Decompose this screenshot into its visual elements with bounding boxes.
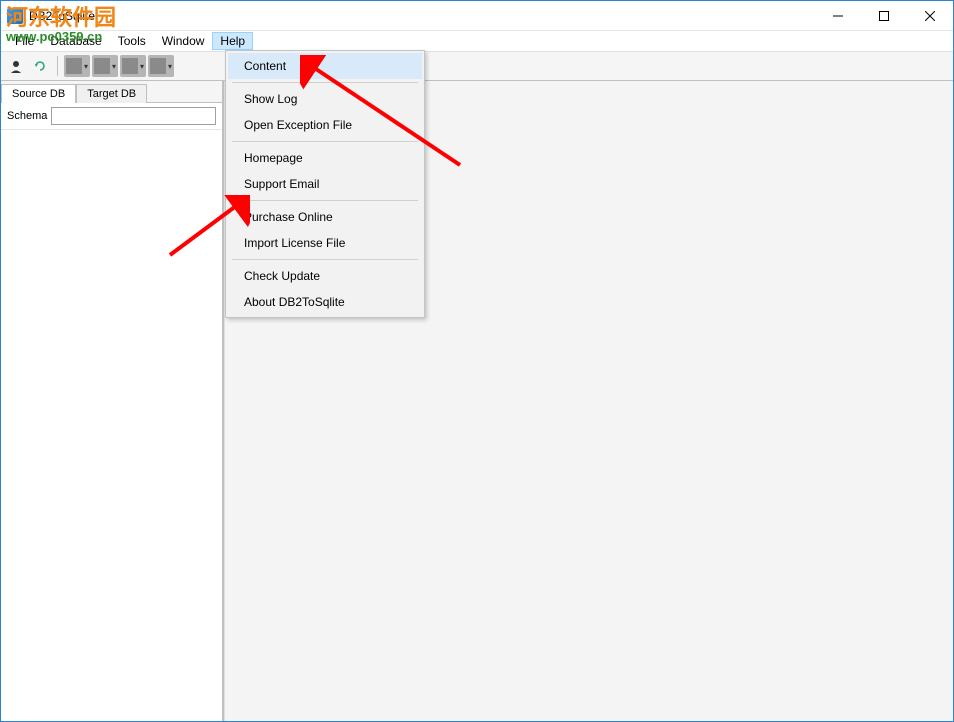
schema-select[interactable] (51, 107, 216, 125)
toolbar-refresh-icon[interactable] (29, 55, 51, 77)
object-tree[interactable] (1, 130, 222, 721)
main-window: DB2ToSqlite File Database Tools Window H… (0, 0, 954, 722)
user-icon (9, 59, 23, 73)
chevron-down-icon: ▾ (84, 62, 88, 71)
toolbar-separator (57, 56, 58, 76)
left-panel: Source DB Target DB Schema (1, 81, 224, 721)
toolbar-dropdown-3[interactable]: ▾ (120, 55, 146, 77)
chevron-down-icon: ▾ (140, 62, 144, 71)
minimize-icon (833, 11, 843, 21)
menu-file[interactable]: File (7, 32, 42, 50)
toolbar: ▾ ▾ ▾ ▾ (1, 51, 953, 81)
titlebar: DB2ToSqlite (1, 1, 953, 31)
toolbar-icon (122, 58, 138, 74)
chevron-down-icon: ▾ (112, 62, 116, 71)
menu-database[interactable]: Database (42, 32, 109, 50)
menu-separator (232, 259, 418, 260)
close-icon (925, 11, 935, 21)
menu-window[interactable]: Window (154, 32, 213, 50)
menu-tools[interactable]: Tools (110, 32, 154, 50)
menu-separator (232, 141, 418, 142)
help-dropdown: Content Show Log Open Exception File Hom… (225, 50, 425, 318)
toolbar-icon (66, 58, 82, 74)
tab-source-db[interactable]: Source DB (1, 84, 76, 103)
window-title: DB2ToSqlite (29, 9, 95, 23)
help-check-update[interactable]: Check Update (228, 263, 422, 289)
menu-help[interactable]: Help (212, 32, 253, 50)
refresh-icon (33, 59, 47, 73)
maximize-icon (879, 11, 889, 21)
menubar: File Database Tools Window Help (1, 31, 953, 51)
toolbar-connection-icon[interactable] (5, 55, 27, 77)
tab-target-db[interactable]: Target DB (76, 84, 147, 103)
help-show-log[interactable]: Show Log (228, 86, 422, 112)
help-content[interactable]: Content (228, 53, 422, 79)
schema-label: Schema (7, 110, 47, 122)
help-about[interactable]: About DB2ToSqlite (228, 289, 422, 315)
schema-row: Schema (1, 103, 222, 130)
toolbar-dropdown-4[interactable]: ▾ (148, 55, 174, 77)
help-purchase-online[interactable]: Purchase Online (228, 204, 422, 230)
chevron-down-icon: ▾ (168, 62, 172, 71)
menu-separator (232, 200, 418, 201)
app-icon (7, 8, 23, 24)
minimize-button[interactable] (815, 1, 861, 31)
help-import-license-file[interactable]: Import License File (228, 230, 422, 256)
toolbar-icon (94, 58, 110, 74)
help-open-exception-file[interactable]: Open Exception File (228, 112, 422, 138)
help-homepage[interactable]: Homepage (228, 145, 422, 171)
help-support-email[interactable]: Support Email (228, 171, 422, 197)
toolbar-icon (150, 58, 166, 74)
close-button[interactable] (907, 1, 953, 31)
menu-separator (232, 82, 418, 83)
toolbar-dropdown-1[interactable]: ▾ (64, 55, 90, 77)
client-area: Source DB Target DB Schema (1, 81, 953, 721)
toolbar-dropdown-2[interactable]: ▾ (92, 55, 118, 77)
db-tabs: Source DB Target DB (1, 81, 222, 103)
maximize-button[interactable] (861, 1, 907, 31)
